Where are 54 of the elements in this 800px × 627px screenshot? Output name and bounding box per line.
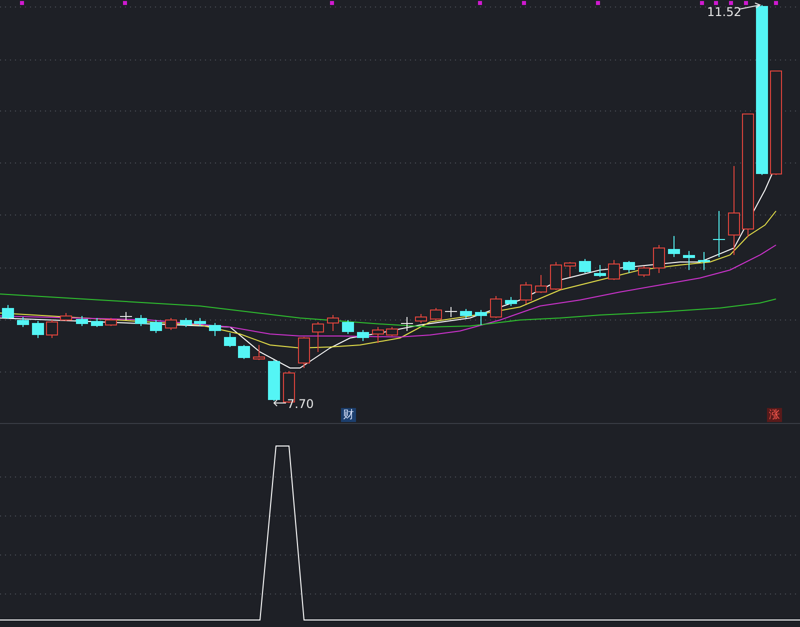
leader-line	[273, 400, 286, 406]
candlestick	[327, 314, 339, 332]
event-marker: 涨	[767, 408, 782, 422]
candlestick	[520, 282, 532, 304]
candlestick	[594, 264, 606, 278]
candlestick	[268, 360, 280, 402]
candlestick	[550, 262, 562, 290]
candlestick	[713, 210, 725, 258]
candlestick	[357, 330, 369, 342]
candlestick	[238, 344, 250, 360]
candlestick	[638, 266, 650, 278]
candlestick	[180, 318, 192, 328]
candlestick	[46, 320, 58, 338]
candlestick	[372, 326, 384, 344]
leader-line	[740, 2, 762, 10]
candlestick	[623, 260, 635, 274]
candlestick	[165, 318, 177, 330]
candlestick	[668, 236, 680, 258]
candlestick	[386, 326, 398, 336]
candlestick	[2, 304, 14, 320]
candlestick	[60, 312, 72, 322]
candlestick	[224, 332, 236, 348]
candlestick	[194, 318, 206, 326]
candlestick	[253, 344, 265, 360]
candlestick	[312, 322, 324, 352]
candlestick	[505, 296, 517, 306]
low-price-label: 7.70	[287, 397, 314, 411]
candlestick	[415, 314, 427, 324]
candlestick	[91, 318, 103, 328]
candlestick	[475, 310, 487, 326]
candlestick	[105, 318, 117, 326]
candlestick	[460, 308, 472, 318]
candlestick	[17, 316, 29, 328]
candlestick	[150, 320, 162, 334]
event-marker: 财	[341, 408, 356, 422]
candlestick	[430, 308, 442, 320]
candlestick	[490, 296, 502, 318]
candlestick	[32, 320, 44, 338]
candlestick	[535, 274, 547, 294]
candlestick	[342, 320, 354, 334]
candlestick	[564, 262, 576, 278]
candlestick	[608, 260, 620, 280]
candlestick	[579, 258, 591, 274]
candlestick	[209, 322, 221, 336]
candlestick	[653, 244, 665, 274]
candlestick	[76, 316, 88, 326]
high-price-label: 11.52	[707, 5, 742, 19]
candlestick	[698, 252, 710, 270]
candlestick	[298, 336, 310, 368]
candlestick	[401, 316, 413, 332]
candlestick	[683, 250, 695, 270]
candlestick	[135, 314, 147, 326]
candlestick	[120, 312, 132, 320]
candlestick	[445, 306, 457, 318]
